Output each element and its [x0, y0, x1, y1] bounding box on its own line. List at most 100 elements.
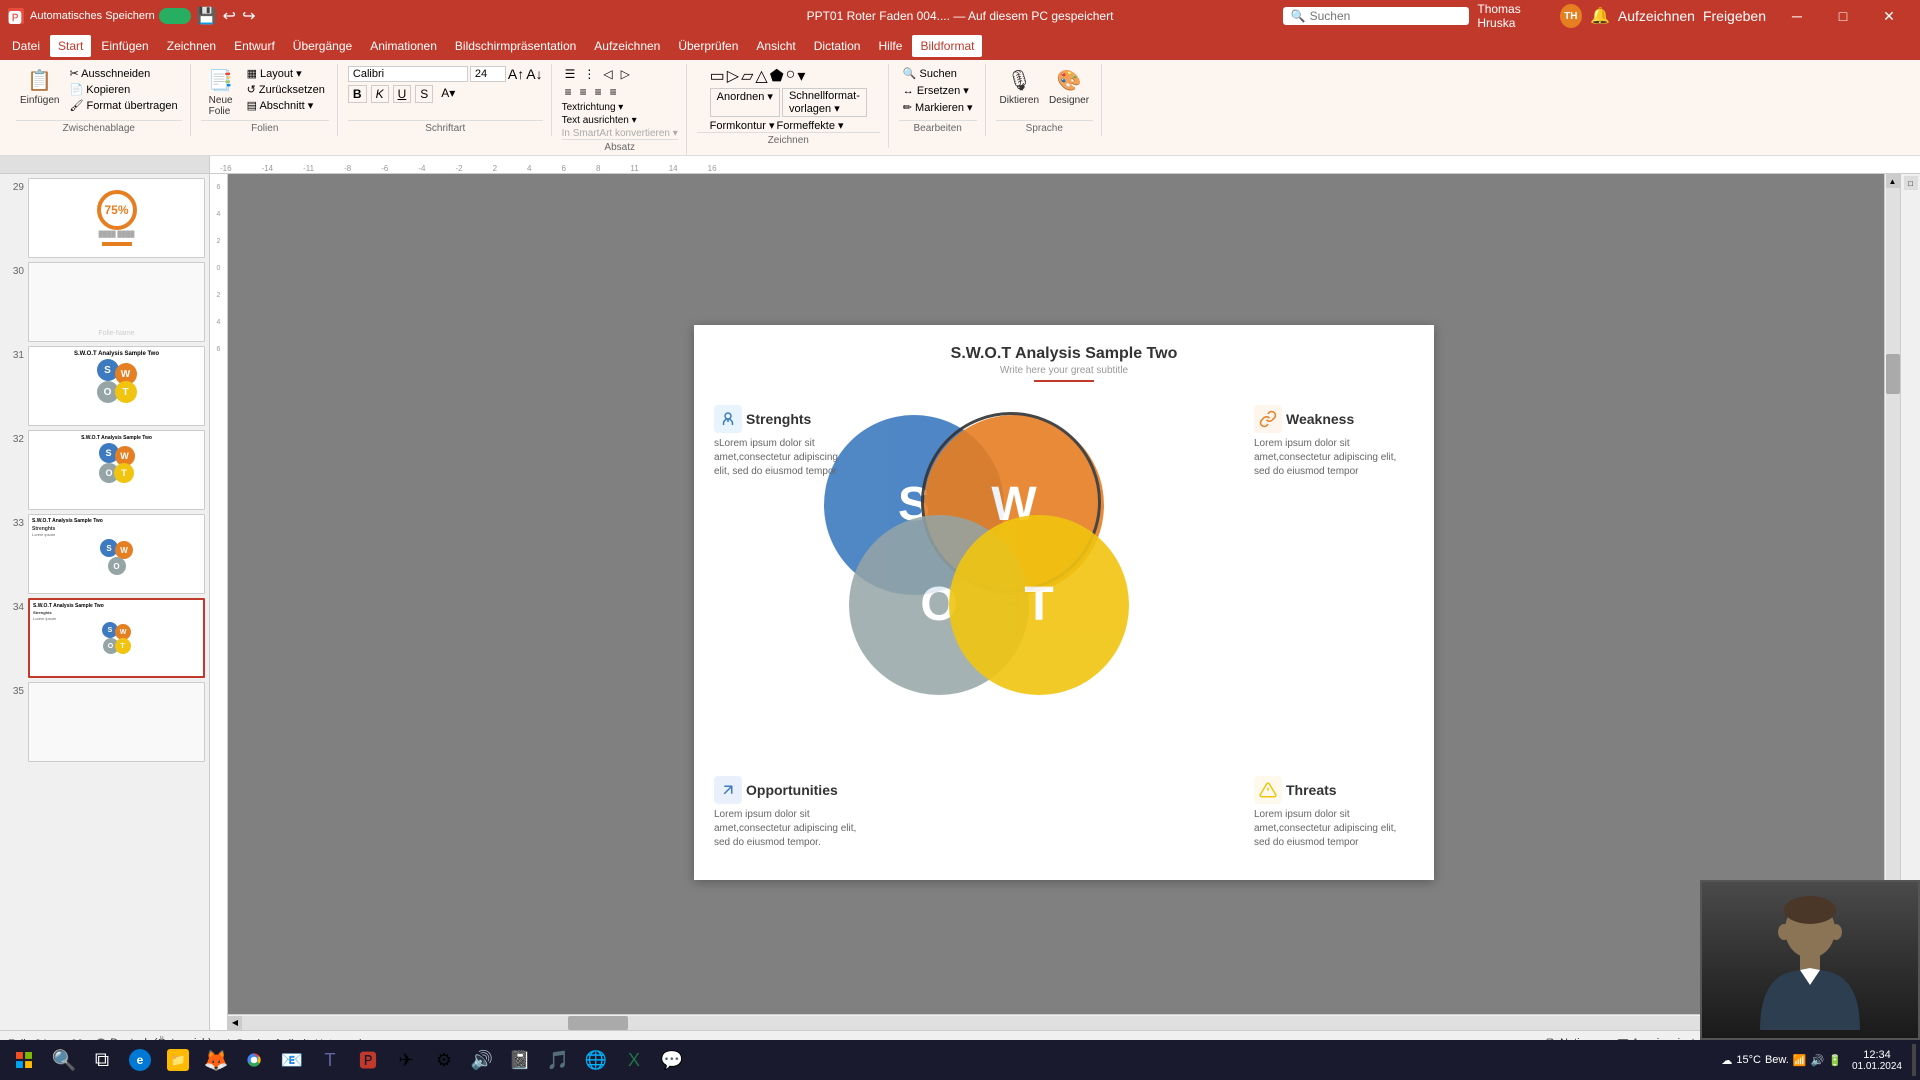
align-center-button[interactable]: ≡ — [577, 84, 590, 100]
firefox-icon[interactable]: 🦊 — [198, 1042, 234, 1078]
align-justify-button[interactable]: ≡ — [607, 84, 620, 100]
text-direction-button[interactable]: Textrichtung ▾ — [562, 102, 624, 113]
menu-bildformat[interactable]: Bildformat — [912, 35, 982, 57]
scroll-left-button[interactable]: ◀ — [228, 1016, 242, 1030]
redo-icon[interactable]: ↪ — [242, 6, 255, 26]
minimize-button[interactable]: ─ — [1774, 0, 1820, 32]
slide-thumb-32[interactable]: S.W.O.T Analysis Sample Two S W O T — [28, 430, 205, 510]
excel-icon[interactable]: X — [616, 1042, 652, 1078]
menu-aufzeichnen[interactable]: Aufzeichnen — [586, 35, 668, 57]
search-taskbar-button[interactable]: 🔍 — [46, 1042, 82, 1078]
search-input[interactable] — [1310, 9, 1462, 23]
shape-1[interactable]: ▭ — [710, 66, 725, 86]
scroll-thumb[interactable] — [1886, 354, 1900, 394]
find-button[interactable]: 🔍 Suchen — [899, 66, 961, 81]
slide-thumb-34[interactable]: S.W.O.T Analysis Sample Two Strenghts Lo… — [28, 598, 205, 678]
decrease-font-button[interactable]: A↓ — [526, 66, 542, 82]
network-icon[interactable]: 📶 — [1793, 1054, 1807, 1067]
align-right-button[interactable]: ≡ — [592, 84, 605, 100]
paste-button[interactable]: 📋 Einfügen — [16, 66, 63, 108]
shape-2[interactable]: ▷ — [727, 66, 739, 86]
strikethrough-button[interactable]: S — [415, 85, 433, 103]
misc-icon-5[interactable]: 💬 — [654, 1042, 690, 1078]
scroll-up-button[interactable]: ▲ — [1886, 174, 1900, 188]
slide-item[interactable]: 35 — [4, 682, 205, 762]
slide-thumb-30[interactable]: Folie-Name — [28, 262, 205, 342]
search-box[interactable]: 🔍 — [1283, 7, 1470, 25]
shape-5[interactable]: ⬟ — [770, 66, 784, 86]
menu-start[interactable]: Start — [50, 35, 91, 57]
h-scroll-thumb[interactable] — [568, 1016, 628, 1030]
slide-canvas[interactable]: S.W.O.T Analysis Sample Two Write here y… — [694, 325, 1434, 880]
horizontal-scrollbar[interactable]: ◀ ▶ — [228, 1014, 1884, 1030]
show-desktop-button[interactable] — [1912, 1044, 1916, 1076]
menu-hilfe[interactable]: Hilfe — [870, 35, 910, 57]
slide-item[interactable]: 31 S.W.O.T Analysis Sample Two S W O T — [4, 346, 205, 426]
slide-item[interactable]: 29 75% ████ ████ — [4, 178, 205, 258]
share-button[interactable]: Freigeben — [1703, 8, 1766, 24]
underline-button[interactable]: U — [393, 85, 412, 103]
bullet-list-button[interactable]: ☰ — [562, 66, 579, 82]
slide-item[interactable]: 32 S.W.O.T Analysis Sample Two S W O T — [4, 430, 205, 510]
layout-button[interactable]: ▦ Layout ▾ — [243, 66, 329, 81]
menu-ueberpruefen[interactable]: Überprüfen — [670, 35, 746, 57]
misc-icon-3[interactable]: 🎵 — [540, 1042, 576, 1078]
slide-item[interactable]: 33 S.W.O.T Analysis Sample Two Strenghts… — [4, 514, 205, 594]
record-button[interactable]: Aufzeichnen — [1618, 8, 1695, 24]
slide-thumb-29[interactable]: 75% ████ ████ — [28, 178, 205, 258]
menu-entwurf[interactable]: Entwurf — [226, 35, 283, 57]
menu-uebergaenge[interactable]: Übergänge — [285, 35, 360, 57]
misc-icon-4[interactable]: 🌐 — [578, 1042, 614, 1078]
slide-thumb-31[interactable]: S.W.O.T Analysis Sample Two S W O T — [28, 346, 205, 426]
menu-bildschirm[interactable]: Bildschirmpräsentation — [447, 35, 584, 57]
teams-icon[interactable]: T — [312, 1042, 348, 1078]
volume-icon[interactable]: 🔊 — [1811, 1054, 1825, 1067]
misc-icon-1[interactable]: ⚙ — [426, 1042, 462, 1078]
quick-styles-button[interactable]: Schnellformat-vorlagen ▾ — [782, 88, 867, 117]
copy-button[interactable]: 📄 Kopieren — [65, 82, 181, 97]
autosave-toggle[interactable] — [159, 8, 191, 24]
close-button[interactable]: ✕ — [1866, 0, 1912, 32]
onenote-icon[interactable]: 📓 — [502, 1042, 538, 1078]
menu-einfuegen[interactable]: Einfügen — [93, 35, 156, 57]
slide-thumb-35[interactable] — [28, 682, 205, 762]
numbered-list-button[interactable]: ⋮ — [580, 66, 598, 82]
shape-6[interactable]: ○ — [786, 66, 796, 86]
shape-more[interactable]: ▾ — [797, 66, 805, 86]
outlook-icon[interactable]: 📧 — [274, 1042, 310, 1078]
canvas-area[interactable]: S.W.O.T Analysis Sample Two Write here y… — [228, 174, 1900, 1030]
explorer-icon[interactable]: 📁 — [160, 1042, 196, 1078]
align-left-button[interactable]: ≡ — [562, 84, 575, 100]
reset-button[interactable]: ↺ Zurücksetzen — [243, 82, 329, 97]
telegram-icon[interactable]: ✈ — [388, 1042, 424, 1078]
shape-4[interactable]: △ — [755, 66, 767, 86]
panel-toggle[interactable]: □ — [1904, 176, 1918, 190]
new-slide-button[interactable]: 📑 NeueFolie — [201, 66, 241, 119]
menu-zeichnen[interactable]: Zeichnen — [159, 35, 224, 57]
format-transfer-button[interactable]: 🖌 Format übertragen — [65, 98, 181, 113]
battery-icon[interactable]: 🔋 — [1828, 1054, 1842, 1067]
arrange-button[interactable]: Anordnen ▾ — [710, 88, 780, 117]
powerpoint-icon[interactable]: 🅿 — [350, 1042, 386, 1078]
section-button[interactable]: ▤ Abschnitt ▾ — [243, 98, 329, 113]
system-clock[interactable]: 12:34 01.01.2024 — [1846, 1047, 1908, 1074]
shape-3[interactable]: ▱ — [741, 66, 753, 86]
menu-ansicht[interactable]: Ansicht — [748, 35, 803, 57]
shape-effects-button[interactable]: Formeffekte ▾ — [777, 119, 844, 132]
font-size-input[interactable] — [470, 66, 506, 82]
dictate-button[interactable]: 🎙 Diktieren — [996, 66, 1043, 108]
undo-icon[interactable]: ↩ — [223, 6, 236, 26]
select-button[interactable]: ✏ Markieren ▾ — [899, 100, 977, 115]
maximize-button[interactable]: □ — [1820, 0, 1866, 32]
taskview-button[interactable]: ⧉ — [84, 1042, 120, 1078]
font-color-button[interactable]: A▾ — [437, 85, 459, 103]
circle-t[interactable]: T — [949, 515, 1129, 695]
font-name-input[interactable] — [348, 66, 468, 82]
start-button[interactable] — [4, 1044, 44, 1076]
bold-button[interactable]: B — [348, 85, 367, 103]
chrome-icon[interactable] — [236, 1042, 272, 1078]
slide-item-active[interactable]: 34 S.W.O.T Analysis Sample Two Strenghts… — [4, 598, 205, 678]
save-icon[interactable]: 💾 — [197, 6, 217, 26]
text-align-button[interactable]: Text ausrichten ▾ — [562, 115, 637, 126]
fill-color-button[interactable]: Formkontur ▾ — [710, 119, 775, 132]
